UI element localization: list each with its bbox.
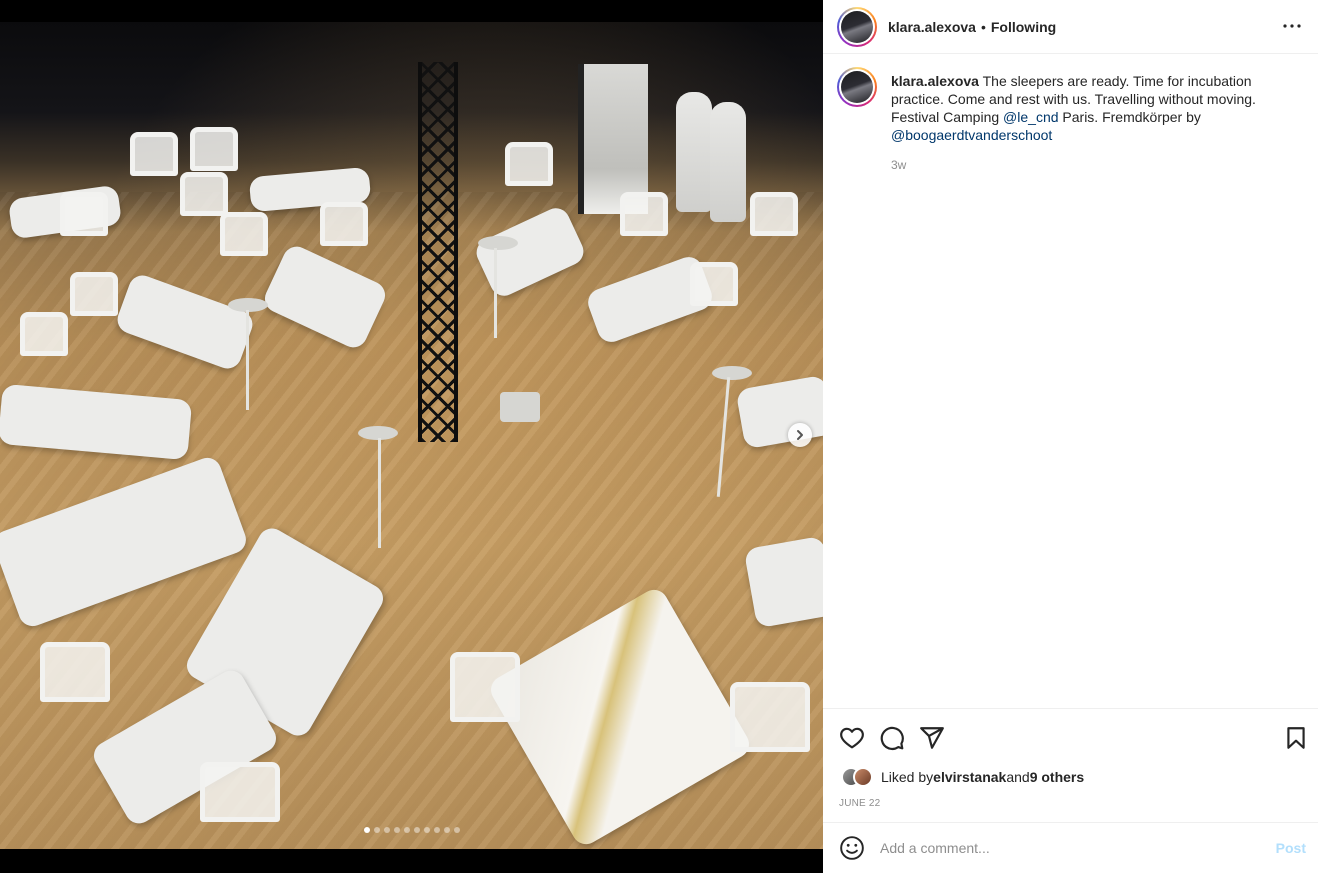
- avatar[interactable]: [837, 6, 877, 47]
- photo-figure: [676, 92, 712, 212]
- carousel-dot: [423, 827, 430, 833]
- mention-link[interactable]: @le_cnd: [1003, 109, 1058, 125]
- liker-avatar[interactable]: [853, 767, 873, 787]
- post-date[interactable]: JUNE 22: [839, 798, 880, 809]
- photo-chair: [200, 762, 280, 822]
- photo-chair: [730, 682, 810, 752]
- caption-text: klara.alexova The sleepers are ready. Ti…: [891, 67, 1291, 144]
- likes-middle: and: [1006, 769, 1030, 785]
- photo-chair: [40, 642, 110, 702]
- photo-table-leg: [246, 310, 249, 410]
- caption-avatar[interactable]: [837, 67, 877, 107]
- caption-timestamp[interactable]: 3w: [891, 158, 1291, 172]
- post-caption: klara.alexova The sleepers are ready. Ti…: [837, 67, 1304, 172]
- post-header: klara.alexova • Following: [823, 0, 1318, 54]
- photo-figure: [710, 102, 746, 222]
- comment-input[interactable]: [880, 840, 1250, 856]
- photo-chair: [60, 192, 108, 236]
- carousel-dot: [393, 827, 400, 833]
- post-details-panel: klara.alexova • Following klara.alexova …: [823, 0, 1318, 873]
- likes-summary: Liked by elvirstanak and 9 others: [841, 767, 1084, 787]
- caption-username[interactable]: klara.alexova: [891, 73, 979, 89]
- carousel-dot: [403, 827, 410, 833]
- carousel-dot: [453, 827, 460, 833]
- photo-chair: [450, 652, 520, 722]
- carousel-next-button[interactable]: [788, 423, 812, 447]
- comment-bar: Post: [823, 822, 1318, 873]
- post-photo[interactable]: [0, 22, 823, 850]
- carousel-dot: [433, 827, 440, 833]
- photo-chair: [220, 212, 268, 256]
- photo-chair: [130, 132, 178, 176]
- following-button[interactable]: Following: [991, 19, 1056, 35]
- caption-body: Paris. Fremdkörper by: [1058, 109, 1201, 125]
- carousel-dot: [383, 827, 390, 833]
- photo-table-leg: [378, 438, 381, 548]
- bookmark-icon[interactable]: [1283, 725, 1309, 751]
- photo-chair: [180, 172, 228, 216]
- photo-table: [478, 236, 518, 250]
- photo-chair: [70, 272, 118, 316]
- photo-table-leg: [494, 248, 497, 338]
- photo-stool: [500, 392, 540, 422]
- avatar-image: [841, 10, 873, 43]
- photo-chair: [620, 192, 668, 236]
- photo-chair: [750, 192, 798, 236]
- likes-others-link[interactable]: 9 others: [1030, 769, 1084, 785]
- header-username[interactable]: klara.alexova: [888, 19, 976, 35]
- photo-chair: [320, 202, 368, 246]
- more-options-button[interactable]: [1280, 14, 1304, 38]
- header-separator: •: [980, 18, 986, 35]
- photo-truss: [418, 62, 458, 442]
- photo-chair: [20, 312, 68, 356]
- heart-icon[interactable]: [839, 725, 865, 751]
- post-actions: Liked by elvirstanak and 9 others JUNE 2…: [823, 708, 1318, 822]
- avatar-image: [841, 71, 873, 103]
- carousel-dot: [363, 827, 370, 833]
- share-icon[interactable]: [919, 725, 945, 751]
- post-comment-button[interactable]: Post: [1276, 840, 1306, 856]
- photo-chair: [190, 127, 238, 171]
- comment-icon[interactable]: [879, 725, 905, 751]
- photo-chair: [690, 262, 738, 306]
- post-media: [0, 0, 823, 873]
- carousel-dot: [373, 827, 380, 833]
- photo-cot: [743, 535, 823, 629]
- carousel-dot: [443, 827, 450, 833]
- carousel-dot: [413, 827, 420, 833]
- more-horizontal-icon: [1283, 24, 1301, 28]
- likes-prefix: Liked by: [881, 769, 934, 785]
- carousel-indicators: [0, 827, 823, 833]
- liker-username[interactable]: elvirstanak: [933, 769, 1006, 785]
- photo-table: [712, 366, 752, 380]
- chevron-right-icon: [797, 430, 803, 440]
- mention-link[interactable]: @boogaerdtvanderschoot: [891, 127, 1052, 143]
- photo-chair: [505, 142, 553, 186]
- emoji-icon[interactable]: [839, 835, 865, 861]
